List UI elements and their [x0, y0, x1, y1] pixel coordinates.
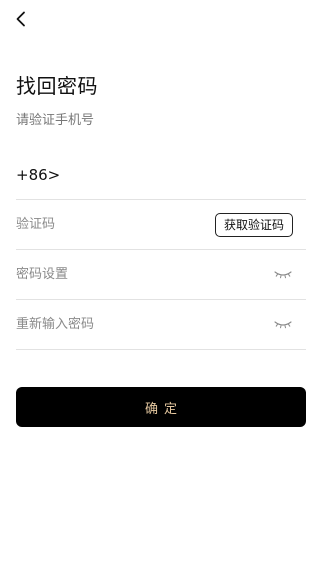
page-subtitle: 请验证手机号	[16, 113, 95, 128]
eye-closed-icon	[274, 270, 292, 278]
confirm-password-input[interactable]	[16, 309, 272, 340]
country-code-selector[interactable]: +86>	[16, 166, 60, 184]
chevron-left-icon	[16, 11, 25, 27]
confirm-password-visibility-toggle[interactable]	[272, 317, 294, 333]
page-title: 找回密码	[16, 74, 98, 98]
confirm-button[interactable]: 确定	[16, 387, 306, 427]
code-row: 获取验证码	[16, 200, 306, 250]
confirm-password-row	[16, 300, 306, 350]
phone-row: +86>	[16, 150, 306, 200]
password-visibility-toggle[interactable]	[272, 267, 294, 283]
eye-closed-icon	[274, 320, 292, 328]
password-row	[16, 250, 306, 300]
phone-input[interactable]	[66, 159, 306, 190]
get-code-button[interactable]: 获取验证码	[214, 212, 293, 237]
verification-code-input[interactable]	[16, 209, 215, 240]
back-button[interactable]	[10, 8, 32, 30]
password-input[interactable]	[16, 259, 272, 290]
